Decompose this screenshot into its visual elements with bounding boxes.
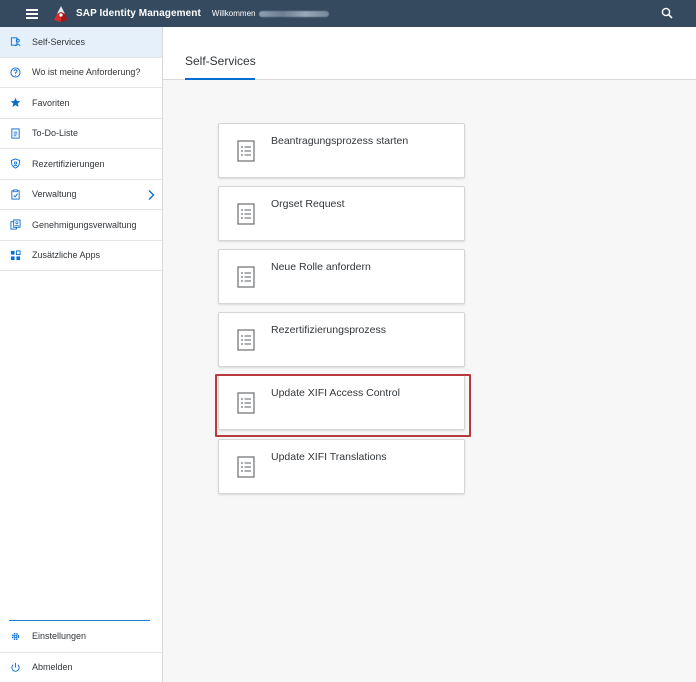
tile-orgset-request[interactable]: Orgset Request xyxy=(218,186,465,241)
tile-update-xifi-translations[interactable]: Update XIFI Translations xyxy=(218,439,465,494)
sidebar-item-genehmigungsverwaltung[interactable]: Genehmigungsverwaltung xyxy=(0,210,162,241)
user-name-redacted xyxy=(259,10,330,17)
settings-icon xyxy=(1,631,29,642)
list-document-icon xyxy=(237,266,255,288)
sidebar-item-rezertifizierungen[interactable]: Rezertifizierungen xyxy=(0,149,162,180)
logout-icon xyxy=(1,662,29,673)
sidebar-item-wo-ist-meine-anforderung[interactable]: Wo ist meine Anforderung? xyxy=(0,58,162,88)
sap-idm-logo xyxy=(54,5,68,22)
shield-icon xyxy=(1,158,29,169)
approvals-icon xyxy=(1,219,29,230)
sidebar-item-verwaltung[interactable]: Verwaltung xyxy=(0,180,162,210)
list-document-icon xyxy=(237,456,255,478)
sidebar-item-zusaetzliche-apps[interactable]: Zusätzliche Apps xyxy=(0,241,162,271)
self-services-icon xyxy=(1,36,29,47)
search-icon[interactable] xyxy=(661,7,673,19)
list-document-icon xyxy=(237,140,255,162)
side-navigation: Self-Services Wo ist meine Anforderung? … xyxy=(0,27,163,682)
sidebar-item-abmelden[interactable]: Abmelden xyxy=(0,651,162,682)
chevron-right-icon[interactable] xyxy=(147,189,155,201)
clipboard-icon xyxy=(1,189,29,200)
list-document-icon xyxy=(237,329,255,351)
tile-neue-rolle-anfordern[interactable]: Neue Rolle anfordern xyxy=(218,249,465,304)
welcome-text: Willkommen xyxy=(211,9,256,18)
page-title: Self-Services xyxy=(185,54,256,68)
star-icon xyxy=(1,97,29,108)
sidebar-item-label: Rezertifizierungen xyxy=(32,158,105,169)
tile-label: Update XIFI Access Control xyxy=(271,387,400,399)
sidebar-item-einstellungen[interactable]: Einstellungen xyxy=(0,621,162,652)
tile-label: Beantragungsprozess starten xyxy=(271,135,409,147)
sidebar-fixed-items: Einstellungen Abmelden xyxy=(0,620,162,682)
shell-bar: SAP Identity Management Willkommen xyxy=(0,0,696,27)
sidebar-item-label: Zusätzliche Apps xyxy=(32,250,101,261)
tile-label: Neue Rolle anfordern xyxy=(271,261,371,273)
sidebar-item-self-services[interactable]: Self-Services xyxy=(0,27,162,58)
sidebar-item-label: Wo ist meine Anforderung? xyxy=(32,67,141,78)
tile-label: Update XIFI Translations xyxy=(271,451,387,463)
question-circle-icon xyxy=(1,67,29,78)
sidebar-item-label: Favoriten xyxy=(32,97,70,108)
tile-update-xifi-access-control[interactable]: Update XIFI Access Control xyxy=(218,375,465,430)
sidebar-item-favoriten[interactable]: Favoriten xyxy=(0,88,162,119)
task-list-icon xyxy=(1,128,29,139)
tile-label: Orgset Request xyxy=(271,198,345,210)
sidebar-item-label: Einstellungen xyxy=(32,631,87,642)
sidebar-item-label: Verwaltung xyxy=(32,189,77,200)
apps-icon xyxy=(1,250,29,261)
sidebar-item-label: Genehmigungsverwaltung xyxy=(32,219,137,230)
title-underline xyxy=(185,78,255,80)
hamburger-icon[interactable] xyxy=(26,8,40,20)
app-title: SAP Identity Management xyxy=(76,8,201,19)
sidebar-item-label: To-Do-Liste xyxy=(32,128,79,139)
list-document-icon xyxy=(237,203,255,225)
sidebar-item-label: Abmelden xyxy=(32,662,73,673)
sidebar-item-to-do-liste[interactable]: To-Do-Liste xyxy=(0,119,162,149)
tile-beantragungsprozess-starten[interactable]: Beantragungsprozess starten xyxy=(218,123,465,178)
page-header: Self-Services xyxy=(163,27,696,80)
tile-label: Rezertifizierungsprozess xyxy=(271,324,386,336)
tile-rezertifizierungsprozess[interactable]: Rezertifizierungsprozess xyxy=(218,312,465,367)
list-document-icon xyxy=(237,392,255,414)
main-content: Self-Services Beantragungsprozess starte… xyxy=(163,27,696,682)
sidebar-item-label: Self-Services xyxy=(32,36,86,47)
